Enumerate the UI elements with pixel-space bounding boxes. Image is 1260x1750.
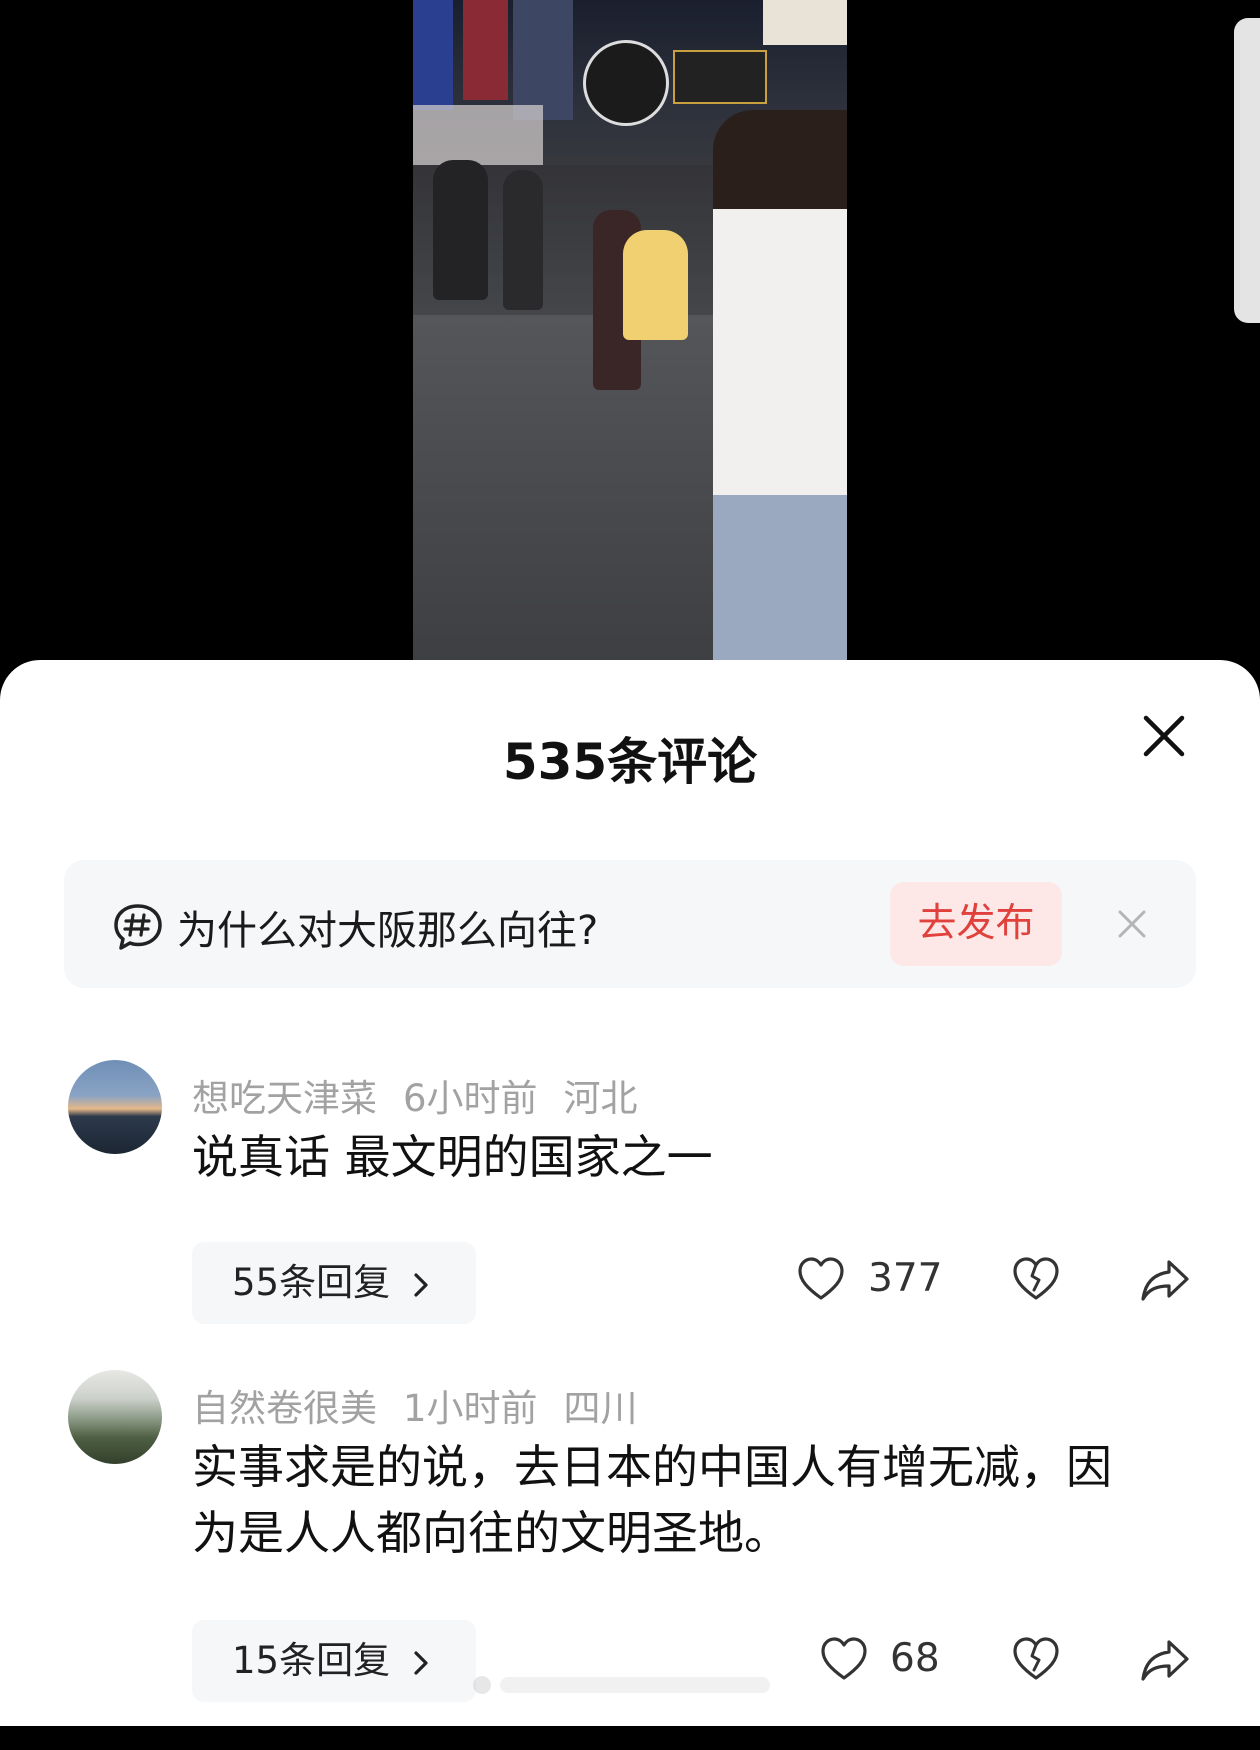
watermark <box>473 1676 770 1694</box>
storefront <box>413 105 543 165</box>
heart-icon[interactable] <box>820 1636 868 1682</box>
comment-meta: 想吃天津菜 6小时前 河北 <box>192 1068 664 1122</box>
chevron-right-icon <box>414 1651 428 1675</box>
username[interactable]: 想吃天津菜 <box>192 1077 377 1120</box>
comment-location: 四川 <box>563 1387 638 1430</box>
chevron-right-icon <box>414 1273 428 1297</box>
comment-meta: 自然卷很美 1小时前 四川 <box>192 1378 664 1432</box>
view-replies-button[interactable]: 55条回复 <box>192 1242 476 1324</box>
heart-icon[interactable] <box>797 1256 845 1302</box>
sign <box>583 40 669 126</box>
side-scroll-handle[interactable] <box>1234 18 1260 323</box>
share-icon[interactable] <box>1140 1638 1190 1682</box>
view-replies-button[interactable]: 15条回复 <box>192 1620 476 1702</box>
video-frame[interactable] <box>413 0 847 660</box>
comment-location: 河北 <box>563 1077 638 1120</box>
replies-label: 55条回复 <box>232 1261 391 1304</box>
sign <box>673 50 767 104</box>
username[interactable]: 自然卷很美 <box>192 1387 377 1430</box>
close-icon[interactable] <box>1138 710 1190 762</box>
publish-button[interactable]: 去发布 <box>890 882 1062 966</box>
building <box>513 0 573 120</box>
dismiss-icon[interactable] <box>1116 908 1148 940</box>
comment-item: 想吃天津菜 6小时前 河北 说真话 最文明的国家之一 55条回复 377 <box>0 1060 1260 1420</box>
comments-sheet: 535条评论 为什么对大阪那么向往? 去发布 想吃天津菜 6小时前 河北 说真话 最… <box>0 660 1260 1726</box>
comments-title: 535条评论 <box>502 733 758 791</box>
comment-text[interactable]: 实事求是的说，去日本的中国人有增无减，因为是人人都向往的文明圣地。 <box>192 1434 1132 1566</box>
broken-heart-icon[interactable] <box>1012 1256 1060 1302</box>
comment-text[interactable]: 说真话 最文明的国家之一 <box>192 1124 1132 1190</box>
person <box>433 160 488 300</box>
billboard <box>463 0 508 100</box>
share-icon[interactable] <box>1140 1258 1190 1302</box>
replies-label: 15条回复 <box>232 1639 391 1682</box>
person-foreground <box>713 110 847 660</box>
person <box>503 170 543 310</box>
video-player[interactable] <box>0 0 1260 680</box>
comment-time: 1小时前 <box>403 1387 538 1430</box>
sign <box>763 0 847 45</box>
like-count: 377 <box>868 1256 943 1301</box>
broken-heart-icon[interactable] <box>1012 1636 1060 1682</box>
topic-hash-icon <box>114 904 162 950</box>
topic-text[interactable]: 为什么对大阪那么向往? <box>177 898 598 956</box>
like-count: 68 <box>890 1636 940 1681</box>
billboard <box>413 0 453 110</box>
comment-time: 6小时前 <box>403 1077 538 1120</box>
avatar[interactable] <box>68 1060 162 1154</box>
person-yellow <box>623 230 688 340</box>
topic-banner[interactable]: 为什么对大阪那么向往? 去发布 <box>64 860 1196 988</box>
avatar[interactable] <box>68 1370 162 1464</box>
